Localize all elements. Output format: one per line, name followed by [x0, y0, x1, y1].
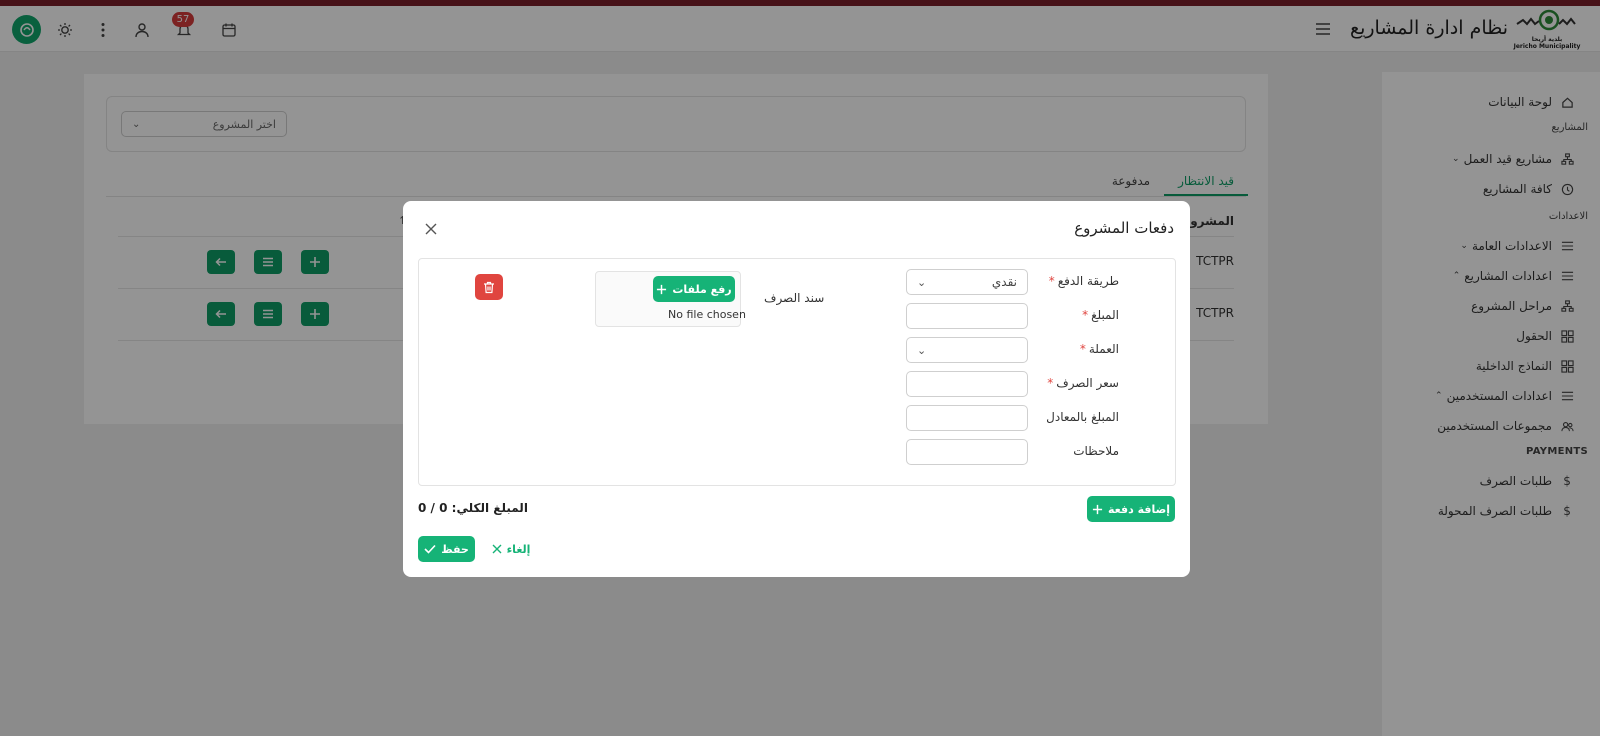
add-payment-label: إضافة دفعة	[1108, 502, 1170, 516]
label-text: سعر الصرف	[1056, 376, 1119, 390]
close-icon	[492, 544, 502, 554]
notes-label: ملاحظات	[1073, 444, 1119, 458]
currency-select[interactable]: ⌄	[906, 337, 1028, 363]
close-icon[interactable]	[423, 221, 439, 237]
label-text: المبلغ	[1091, 308, 1119, 322]
cancel-button[interactable]: إلغاء	[488, 536, 534, 562]
required-mark: *	[1079, 342, 1086, 356]
upload-files-button[interactable]: رفع ملفات	[653, 276, 735, 302]
upload-label: رفع ملفات	[672, 282, 732, 296]
required-mark: *	[1047, 376, 1054, 390]
currency-label: العملة*	[1080, 342, 1119, 356]
chevron-down-icon: ⌄	[917, 343, 927, 357]
save-label: حفظ	[441, 542, 469, 556]
required-mark: *	[1048, 274, 1055, 288]
plus-icon	[657, 284, 667, 294]
attachment-box: رفع ملفات No file chosen	[595, 271, 746, 327]
add-payment-button[interactable]: إضافة دفعة	[1087, 496, 1175, 522]
total-value: 0 / 0	[418, 501, 448, 515]
project-payments-modal: دفعات المشروع طريقة الدفع* نقدي ⌄ المبلغ…	[403, 201, 1190, 577]
required-mark: *	[1082, 308, 1089, 322]
label-text: طريقة الدفع	[1057, 274, 1119, 288]
receipt-label: سند الصرف	[764, 291, 825, 305]
total-amount: المبلغ الكلي: 0 / 0	[418, 501, 528, 515]
delete-payment-button[interactable]	[475, 274, 503, 300]
equivalent-amount-input[interactable]	[906, 405, 1028, 431]
equivalent-amount-label: المبلغ بالمعادل	[1046, 410, 1119, 424]
payment-form: طريقة الدفع* نقدي ⌄ المبلغ* العملة* ⌄ سع…	[418, 258, 1176, 486]
no-file-text: No file chosen	[668, 308, 746, 321]
exchange-rate-label: سعر الصرف*	[1047, 376, 1119, 390]
label-text: العملة	[1088, 342, 1119, 356]
plus-icon	[1092, 504, 1103, 514]
payment-method-select[interactable]: نقدي ⌄	[906, 269, 1028, 295]
total-label: المبلغ الكلي:	[451, 501, 528, 515]
notes-input[interactable]	[906, 439, 1028, 465]
amount-input[interactable]	[906, 303, 1028, 329]
trash-icon	[484, 281, 494, 293]
chevron-down-icon: ⌄	[917, 275, 927, 289]
amount-label: المبلغ*	[1082, 308, 1119, 322]
payment-method-label: طريقة الدفع*	[1049, 274, 1119, 288]
exchange-rate-input[interactable]	[906, 371, 1028, 397]
modal-title: دفعات المشروع	[1074, 219, 1174, 237]
save-button[interactable]: حفظ	[418, 536, 475, 562]
check-icon	[424, 544, 436, 554]
cancel-label: إلغاء	[506, 542, 531, 556]
payment-method-value: نقدي	[991, 275, 1017, 289]
